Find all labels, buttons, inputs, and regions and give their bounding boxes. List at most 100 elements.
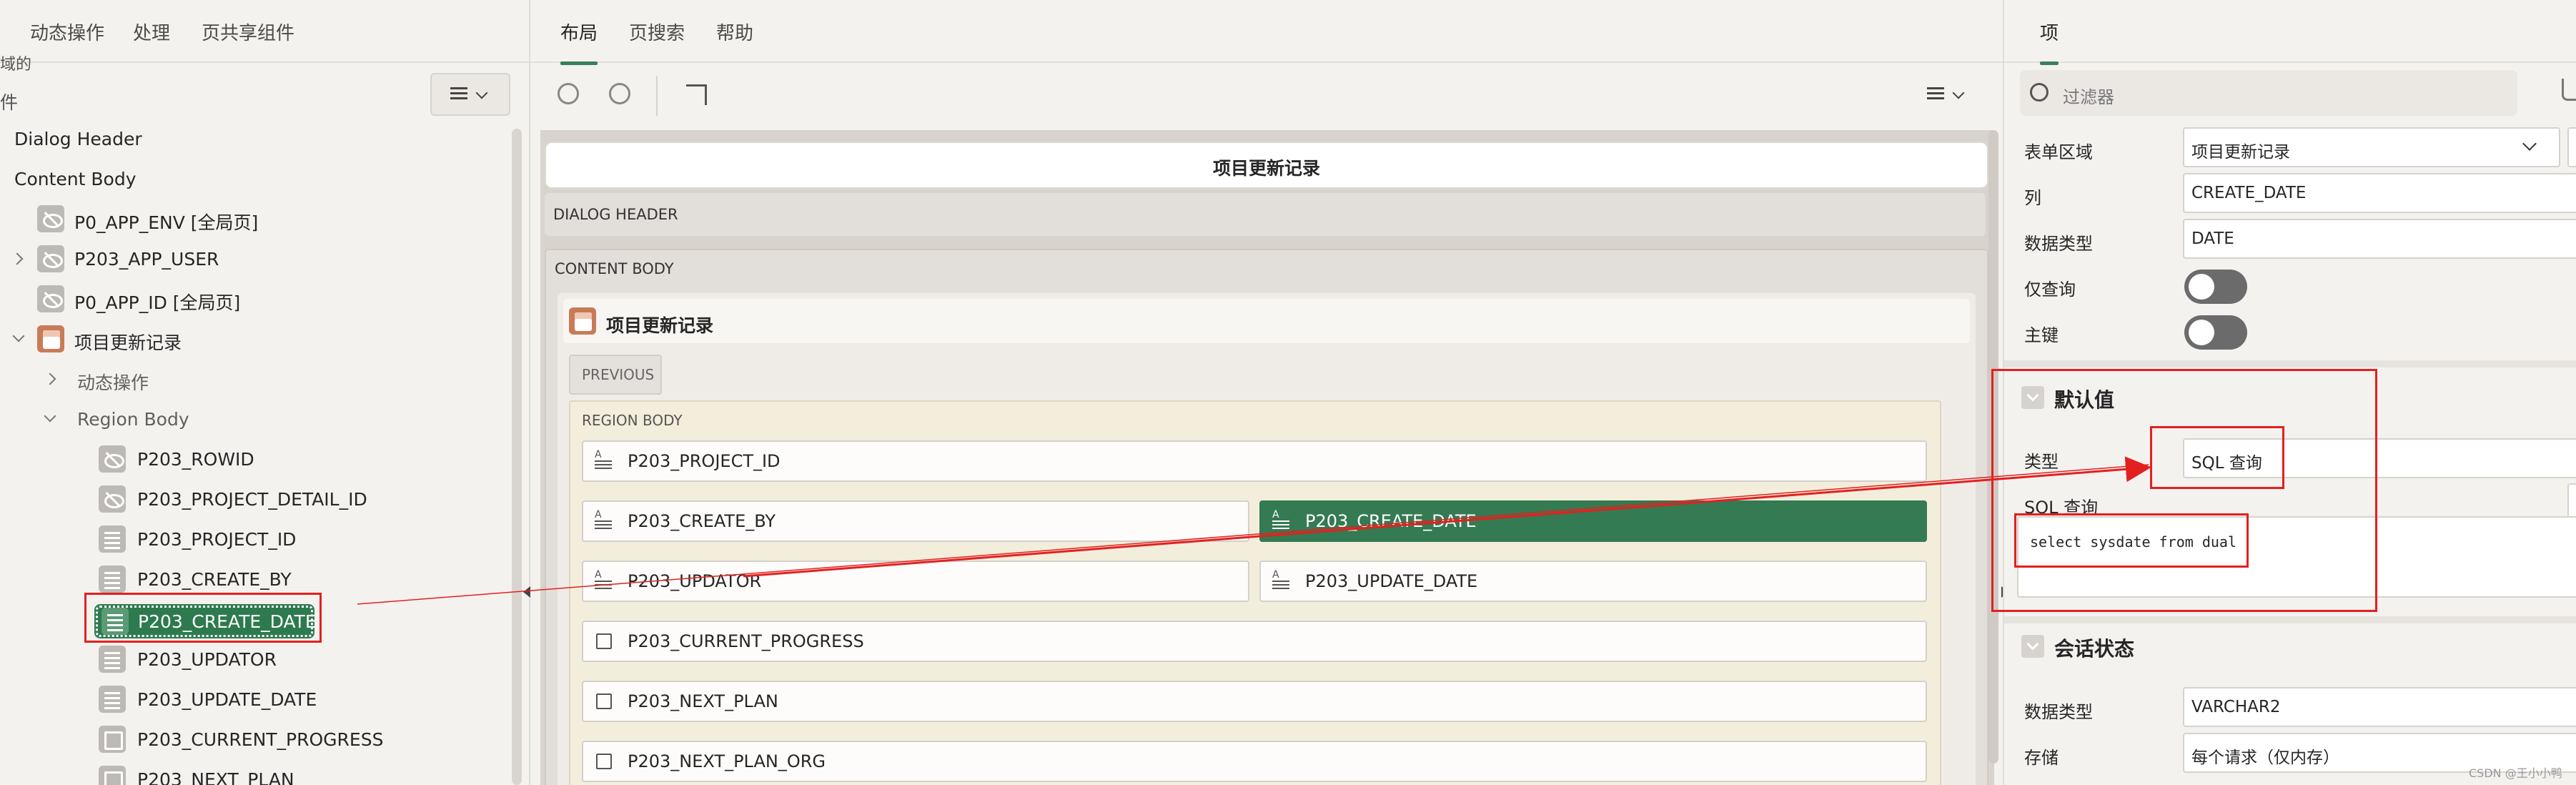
column-field[interactable]: CREATE_DATE — [2183, 173, 2576, 213]
prop-label-sql-query: SQL 查询 — [2024, 498, 2099, 518]
tree-content-body[interactable]: Content Body — [14, 169, 136, 189]
field-label: P203_PROJECT_ID — [628, 451, 781, 471]
left-tabbar: 动态操作 处理 页共享组件 — [0, 0, 529, 63]
watermark: CSDN @王小小鸭 — [2469, 766, 2562, 780]
page-title: 项目更新记录 — [1212, 158, 1320, 179]
field-p203-next-plan[interactable]: P203_NEXT_PLAN — [582, 681, 1927, 722]
text-field-icon — [1272, 509, 1291, 530]
hidden-item-icon — [37, 285, 64, 312]
zoom-out-icon[interactable] — [558, 83, 579, 104]
tree-scrollbar[interactable] — [512, 129, 522, 785]
tree-region-body[interactable]: Region Body — [77, 409, 189, 430]
text-field-icon — [595, 569, 613, 591]
dialog-header-region[interactable]: DIALOG HEADER — [545, 193, 1986, 236]
session-data-type-field[interactable]: VARCHAR2 — [2183, 687, 2576, 727]
tab-item[interactable]: 项 — [2040, 19, 2059, 65]
clear-icon[interactable] — [2562, 79, 2576, 101]
field-p203-project-id[interactable]: P203_PROJECT_ID — [582, 440, 1927, 482]
tree-p203-update-date[interactable]: P203_UPDATE_DATE — [137, 689, 317, 710]
text-field-icon — [99, 646, 126, 673]
form-region-select[interactable]: 项目更新记录 — [2183, 127, 2560, 167]
view-menu-button[interactable] — [430, 73, 510, 116]
search-icon — [2030, 83, 2049, 102]
chevron-right-icon[interactable] — [44, 372, 56, 385]
tree-p203-create-date-selected[interactable]: P203_CREATE_DATE — [94, 604, 317, 638]
chevron-down-icon — [2522, 137, 2537, 151]
field-label: P203_UPDATE_DATE — [1305, 571, 1478, 591]
tree-p203-project-id[interactable]: P203_PROJECT_ID — [137, 529, 296, 550]
layout-toolbar — [530, 63, 2003, 129]
region-header: 项目更新记录 — [563, 299, 1970, 343]
tab-processing[interactable]: 处理 — [133, 19, 170, 45]
prop-label-primary-key: 主键 — [2024, 325, 2059, 345]
field-p203-next-plan-org[interactable]: P203_NEXT_PLAN_ORG — [582, 741, 1927, 782]
layout-pane: 布局 页搜索 帮助 项目更新记录 DIALOG HEADER CONTENT B… — [530, 0, 2003, 785]
prop-label-default-type: 类型 — [2024, 452, 2059, 472]
collapse-session-icon[interactable] — [2021, 635, 2044, 658]
tree-p203-current-progress[interactable]: P203_CURRENT_PROGRESS — [137, 729, 383, 750]
tree-p203-create-by[interactable]: P203_CREATE_BY — [137, 569, 292, 590]
sql-query-editor[interactable]: select sysdate from dual — [2017, 516, 2576, 598]
tree-p203-app-user[interactable]: P203_APP_USER — [74, 249, 219, 270]
session-section-title[interactable]: 会话状态 — [2054, 633, 2134, 662]
layout-scrollbar[interactable] — [1988, 130, 1998, 764]
tree-dynamic-actions[interactable]: 动态操作 — [77, 369, 149, 395]
chevron-down-icon[interactable] — [12, 330, 25, 342]
field-label: P203_CREATE_DATE — [1305, 511, 1477, 531]
chevron-down-icon[interactable] — [44, 410, 56, 423]
tree-p203-updator[interactable]: P203_UPDATOR — [137, 649, 277, 670]
field-label: P203_NEXT_PLAN_ORG — [628, 751, 826, 771]
filter-input[interactable]: 过滤器 — [2020, 70, 2517, 116]
field-p203-updator[interactable]: P203_UPDATOR — [582, 561, 1249, 602]
default-type-value: SQL 查询 — [2191, 454, 2262, 473]
default-section-title[interactable]: 默认值 — [2054, 385, 2114, 413]
expand-icon[interactable] — [686, 84, 707, 105]
zoom-in-icon[interactable] — [609, 83, 630, 104]
content-body-region[interactable]: CONTENT BODY 项目更新记录 PREVIOUS REGION BODY… — [545, 249, 1988, 785]
tab-layout[interactable]: 布局 — [560, 19, 598, 65]
chevron-right-icon[interactable] — [11, 252, 24, 265]
tree-p203-next-plan[interactable]: P203_NEXT_PLAN — [137, 769, 294, 785]
form-region[interactable]: 项目更新记录 PREVIOUS REGION BODY P203_PROJECT… — [558, 293, 1976, 785]
field-p203-create-by[interactable]: P203_CREATE_BY — [582, 500, 1249, 542]
tab-dynamic-actions[interactable]: 动态操作 — [30, 19, 104, 45]
collapse-default-icon[interactable] — [2021, 386, 2044, 409]
data-type-field[interactable]: DATE — [2183, 219, 2576, 259]
text-field-icon — [99, 566, 126, 593]
field-p203-create-date[interactable]: P203_CREATE_DATE — [1259, 500, 1927, 542]
tree-region-project-updates[interactable]: 项目更新记录 — [74, 329, 182, 355]
primary-key-toggle[interactable] — [2184, 315, 2247, 350]
region-icon — [37, 325, 64, 352]
layout-menu-button[interactable] — [1927, 84, 1968, 106]
tree-p0-app-id[interactable]: P0_APP_ID [全局页] — [74, 289, 240, 315]
session-data-type-value: VARCHAR2 — [2191, 698, 2281, 716]
textarea-icon — [595, 632, 613, 651]
form-region-go-button[interactable] — [2567, 127, 2576, 167]
tree-p203-project-detail-id[interactable]: P203_PROJECT_DETAIL_ID — [137, 489, 367, 510]
tree-p203-create-date[interactable]: P203_CREATE_DATE — [138, 611, 317, 632]
query-only-toggle[interactable] — [2184, 270, 2247, 304]
cut-label: 域的 — [0, 56, 32, 74]
form-region-value: 项目更新记录 — [2191, 143, 2290, 162]
filter-placeholder: 过滤器 — [2063, 87, 2114, 107]
section-divider — [2004, 360, 2576, 367]
tree-p203-rowid[interactable]: P203_ROWID — [137, 449, 254, 470]
tree-p0-app-env[interactable]: P0_APP_ENV [全局页] — [74, 209, 258, 234]
region-body[interactable]: REGION BODY P203_PROJECT_ID P203_CREATE_… — [569, 400, 1941, 785]
tab-help[interactable]: 帮助 — [716, 19, 753, 45]
storage-value: 每个请求（仅内存） — [2191, 749, 2339, 767]
field-p203-current-progress[interactable]: P203_CURRENT_PROGRESS — [582, 621, 1927, 662]
chevron-down-icon — [475, 87, 488, 99]
tab-page-search[interactable]: 页搜索 — [629, 19, 685, 45]
layout-canvas: 项目更新记录 DIALOG HEADER CONTENT BODY 项目更新记录… — [540, 130, 1994, 785]
tree-dialog-header[interactable]: Dialog Header — [14, 129, 142, 149]
content-body-label: CONTENT BODY — [555, 260, 674, 277]
field-p203-update-date[interactable]: P203_UPDATE_DATE — [1259, 561, 1927, 602]
collapse-left-arrow-icon[interactable] — [523, 586, 530, 598]
section-divider — [2004, 616, 2576, 623]
textarea-icon — [595, 752, 613, 771]
prop-label-storage: 存储 — [2024, 748, 2059, 768]
previous-button[interactable]: PREVIOUS — [569, 355, 662, 395]
tab-shared-components[interactable]: 页共享组件 — [202, 19, 294, 45]
default-type-select[interactable]: SQL 查询 — [2183, 438, 2576, 478]
